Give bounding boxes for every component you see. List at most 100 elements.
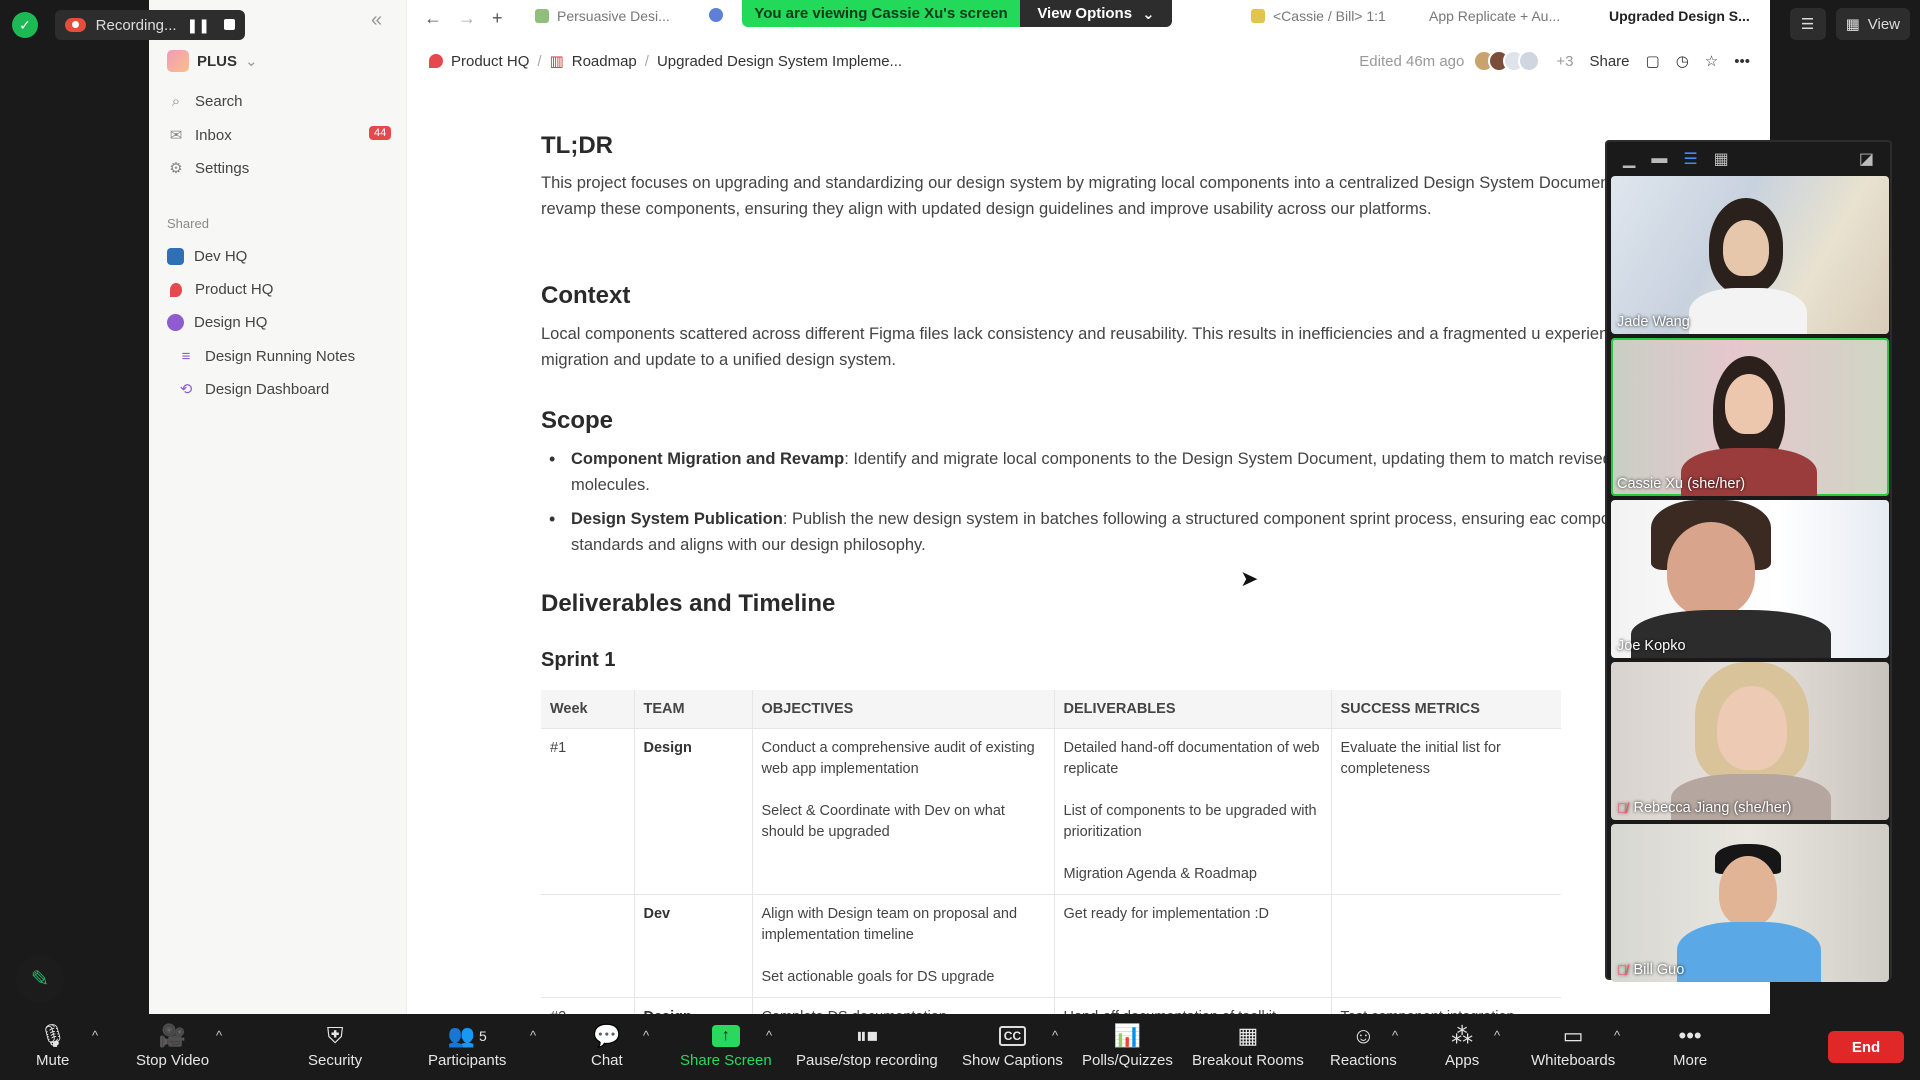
sidebar-item-inbox[interactable]: ✉ Inbox [167, 126, 232, 145]
sidebar-item-design-running-notes[interactable]: ≡ Design Running Notes [177, 347, 355, 365]
deliverables-cell[interactable]: Detailed hand-off documentation of web r… [1053, 728, 1331, 895]
objectives-cell[interactable]: Align with Design team on proposal and i… [751, 894, 1054, 998]
share-screen-button[interactable]: ↑ Share Screen [680, 1020, 772, 1069]
mute-button[interactable]: 🎙 Mute [36, 1020, 69, 1069]
column-header[interactable]: Week [541, 690, 634, 729]
participant-name-text: Bill Guo [1633, 962, 1685, 978]
objective-item: Select & Coordinate with Dev on what sho… [761, 803, 1005, 840]
share-options-caret[interactable]: ^ [766, 1028, 772, 1043]
breadcrumb-item[interactable]: Upgraded Design System Impleme... [657, 53, 902, 70]
stop-video-button[interactable]: 🎥 Stop Video [136, 1020, 209, 1069]
sidebar-item-product-hq[interactable]: Product HQ [167, 281, 273, 298]
breadcrumb-item[interactable]: Product HQ [451, 53, 529, 70]
chat-options-caret[interactable]: ^ [643, 1028, 649, 1043]
history-icon[interactable]: ◷ [1676, 52, 1689, 70]
participant-tile-active-speaker[interactable]: Cassie Xu (she/her) [1611, 338, 1889, 496]
participant-tile[interactable]: Jade Wang [1611, 176, 1889, 334]
week-cell[interactable]: #2 [541, 997, 634, 1014]
pop-out-icon[interactable]: ◪ [1859, 149, 1874, 169]
stop-recording-icon[interactable] [224, 18, 235, 30]
back-arrow-icon[interactable]: ← [424, 8, 442, 29]
sidebar-item-label: Search [195, 92, 243, 110]
team-cell[interactable]: Design [633, 728, 752, 895]
tab-cassie-bill-1on1[interactable]: <Cassie / Bill> 1:1 [1251, 8, 1386, 24]
end-meeting-button[interactable]: End [1828, 1031, 1904, 1063]
polls-quizzes-button[interactable]: 📊 Polls/Quizzes [1082, 1020, 1173, 1069]
gallery-controls: ▁ ▬ ☰ ▦ ◪ [1607, 142, 1890, 176]
objectives-cell[interactable]: Conduct a comprehensive audit of existin… [751, 728, 1054, 895]
heading-sprint-1: Sprint 1 [541, 649, 616, 671]
objectives-cell[interactable]: Complete DS documentation [751, 997, 1054, 1014]
metrics-cell[interactable] [1330, 894, 1561, 998]
deliverables-cell[interactable]: Hand-off documentation of toolkit [1053, 997, 1331, 1014]
workspace-switcher[interactable]: PLUS ⌄ [167, 50, 258, 72]
toolbar-label: Chat [591, 1052, 623, 1069]
column-header[interactable]: SUCCESS METRICS [1330, 690, 1561, 729]
chat-button[interactable]: 💬 Chat [591, 1020, 623, 1069]
new-tab-icon[interactable]: + [492, 8, 503, 29]
metrics-cell[interactable]: Evaluate the initial list for completene… [1330, 728, 1561, 895]
whiteboards-options-caret[interactable]: ^ [1614, 1028, 1620, 1043]
collaborator-avatars[interactable] [1473, 50, 1541, 72]
tab-globe[interactable] [709, 8, 723, 22]
reactions-options-caret[interactable]: ^ [1392, 1028, 1398, 1043]
sidebar-item-dev-hq[interactable]: Dev HQ [167, 248, 247, 265]
participant-tile[interactable]: 🎙̸ Rebecca Jiang (she/her) [1611, 662, 1889, 820]
participant-name: Jade Wang [1617, 314, 1690, 330]
breakout-rooms-button[interactable]: ▦ Breakout Rooms [1192, 1020, 1304, 1069]
whiteboards-button[interactable]: ▭ Whiteboards [1531, 1020, 1615, 1069]
team-cell[interactable]: Dev [633, 894, 752, 998]
view-options-button[interactable]: View Options ⌄ [1020, 0, 1172, 27]
toolbar-label: Whiteboards [1531, 1052, 1616, 1069]
more-button[interactable]: ••• More [1673, 1020, 1707, 1069]
star-icon[interactable]: ☆ [1705, 52, 1718, 70]
tab-persuasive-design[interactable]: Persuasive Desi... [535, 8, 670, 24]
video-options-caret[interactable]: ^ [216, 1028, 222, 1043]
participants-options-caret[interactable]: ^ [530, 1028, 536, 1043]
metrics-cell[interactable]: Test component integration [1330, 997, 1561, 1014]
toolbar-label: Show Captions [962, 1052, 1063, 1069]
pause-stop-recording-button[interactable]: ⏸⏹ Pause/stop recording [796, 1020, 938, 1069]
forward-arrow-icon[interactable]: → [458, 8, 476, 29]
tab-upgraded-design-system[interactable]: Upgraded Design S... [1609, 8, 1750, 24]
sidebar-item-design-hq[interactable]: Design HQ [167, 314, 267, 331]
single-speaker-icon[interactable]: ▬ [1651, 150, 1667, 168]
collapse-sidebar-icon[interactable]: « [371, 9, 382, 32]
terminal-icon [167, 248, 184, 265]
minimize-icon[interactable]: ▁ [1623, 149, 1635, 169]
share-button[interactable]: Share [1589, 53, 1629, 70]
column-header[interactable]: DELIVERABLES [1053, 690, 1331, 729]
participant-tile[interactable]: 🎙̸ Bill Guo [1611, 824, 1889, 982]
palette-icon [167, 314, 184, 331]
show-captions-button[interactable]: CC Show Captions [962, 1020, 1063, 1069]
captions-options-caret[interactable]: ^ [1052, 1028, 1058, 1043]
comment-icon[interactable]: ▢ [1646, 52, 1660, 70]
sidebar-item-settings[interactable]: ⚙ Settings [167, 159, 249, 178]
week-cell[interactable]: #1 [541, 728, 634, 895]
team-cell[interactable]: Design [633, 997, 752, 1014]
participants-button[interactable]: 👥 5 Participants [428, 1020, 506, 1069]
speaker-strip-icon[interactable]: ☰ [1683, 149, 1697, 169]
annotate-pencil-button[interactable]: ✎ [16, 955, 64, 1003]
sidebar-item-search[interactable]: ⌕ Search [167, 92, 243, 110]
more-icon[interactable]: ••• [1734, 53, 1750, 70]
view-button[interactable]: ▦ View [1835, 8, 1910, 40]
apps-button[interactable]: ⁂ Apps [1445, 1020, 1479, 1069]
layout-icon[interactable]: ☰ [1789, 8, 1826, 40]
audio-options-caret[interactable]: ^ [92, 1028, 98, 1043]
reactions-button[interactable]: ☺ Reactions [1330, 1020, 1397, 1069]
deliverables-cell[interactable]: Get ready for implementation :D [1053, 894, 1331, 998]
encryption-shield-icon[interactable]: ✓ [12, 12, 38, 38]
participant-tile[interactable]: Joe Kopko [1611, 500, 1889, 658]
pause-recording-icon[interactable]: ❚❚ [187, 17, 210, 34]
column-header[interactable]: TEAM [633, 690, 752, 729]
breadcrumb-item[interactable]: Roadmap [572, 53, 637, 70]
apps-options-caret[interactable]: ^ [1494, 1028, 1500, 1043]
sidebar-item-design-dashboard[interactable]: ⟲ Design Dashboard [177, 380, 330, 399]
column-header[interactable]: OBJECTIVES [751, 690, 1054, 729]
page-icon [535, 9, 549, 23]
week-cell[interactable] [541, 894, 634, 998]
tab-app-replicate[interactable]: App Replicate + Au... [1429, 8, 1560, 24]
security-button[interactable]: ⛨ Security [308, 1020, 362, 1069]
gallery-grid-icon[interactable]: ▦ [1714, 149, 1729, 169]
